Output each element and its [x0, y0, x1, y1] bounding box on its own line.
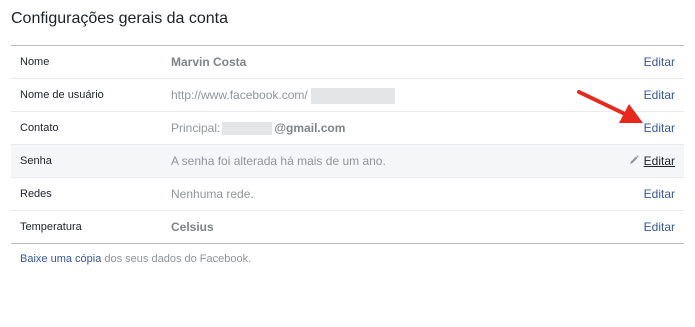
edit-temperature-button[interactable]: Editar [644, 211, 675, 243]
download-note-text: dos seus dados do Facebook. [101, 253, 252, 265]
contact-email-domain: @gmail.com [274, 121, 346, 135]
edit-username-button[interactable]: Editar [644, 79, 675, 111]
row-label-name: Nome [20, 56, 50, 68]
contact-prefix-text: Principal: [171, 121, 221, 135]
row-value-temperature: Celsius [171, 220, 214, 234]
edit-name-button[interactable]: Editar [644, 46, 675, 78]
account-settings-table: Nome Marvin Costa Editar Nome de usuário… [11, 45, 684, 244]
row-label-username: Nome de usuário [20, 89, 104, 101]
page-title: Configurações gerais da conta [11, 10, 229, 27]
pencil-icon [630, 155, 639, 164]
row-value-networks: Nenhuma rede. [171, 187, 254, 201]
row-value-name: Marvin Costa [171, 55, 247, 69]
settings-row-name: Nome Marvin Costa Editar [11, 46, 684, 78]
settings-row-temperature: Temperatura Celsius Editar [11, 210, 684, 243]
redacted-username-block [310, 87, 395, 104]
row-label-password: Senha [20, 155, 52, 167]
settings-row-password: Senha A senha foi alterada há mais de um… [11, 144, 684, 177]
red-arrow-annotation [577, 90, 643, 123]
edit-password-button[interactable]: Editar [644, 145, 675, 177]
download-data-note: Baixe uma cópia dos seus dados do Facebo… [20, 253, 251, 265]
row-value-contact: Principal: @gmail.com [171, 112, 345, 144]
redacted-email-block [222, 122, 273, 136]
download-copy-link[interactable]: Baixe uma cópia [20, 253, 101, 265]
settings-row-networks: Redes Nenhuma rede. Editar [11, 177, 684, 210]
row-value-password: A senha foi alterada há mais de um ano. [171, 154, 386, 168]
username-url-text: http://www.facebook.com/ [171, 88, 308, 102]
edit-networks-button[interactable]: Editar [644, 178, 675, 210]
row-value-username: http://www.facebook.com/ [171, 79, 395, 111]
row-label-temperature: Temperatura [20, 221, 82, 233]
edit-contact-button[interactable]: Editar [644, 112, 675, 144]
row-label-networks: Redes [20, 188, 52, 200]
row-label-contact: Contato [20, 122, 59, 134]
